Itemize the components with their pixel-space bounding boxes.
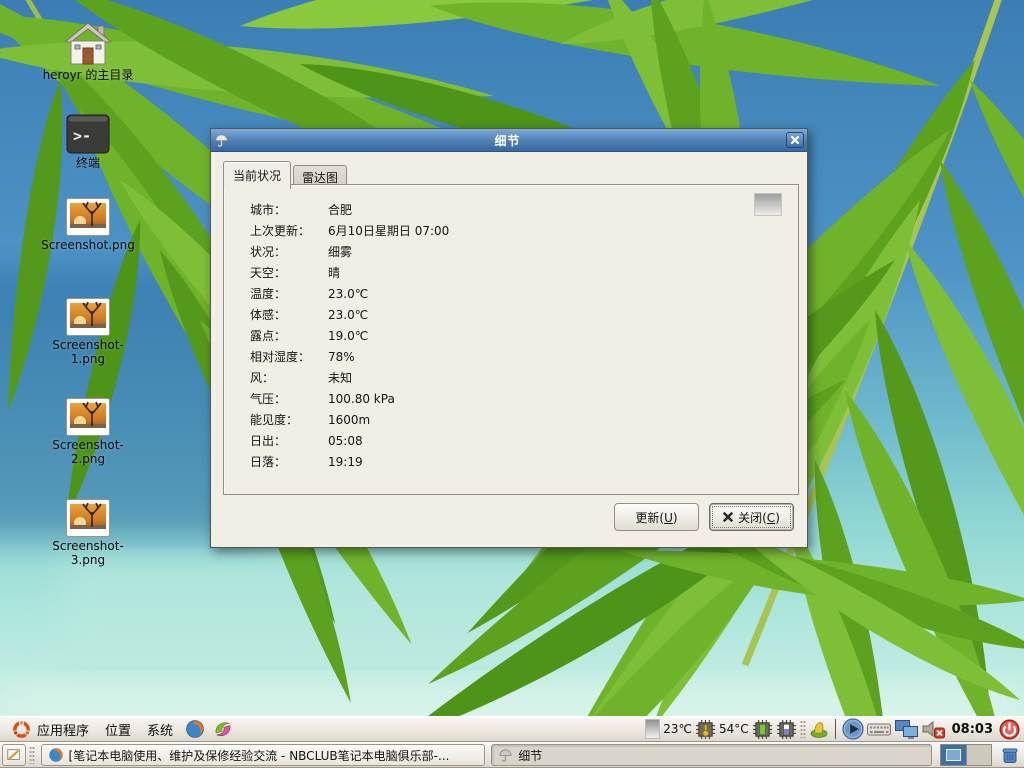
weather-umbrella-icon — [214, 133, 229, 148]
desktop-icon-label: Screenshot-2.png — [40, 439, 136, 467]
firefox-icon — [185, 719, 205, 739]
top-menu-panel: 应用程序 位置 系统 23℃ — [0, 716, 1024, 742]
weather-row: 温度：23.0℃ — [250, 283, 449, 304]
update-button[interactable]: 更新(U) — [614, 503, 699, 531]
shutdown-power-icon[interactable] — [999, 719, 1020, 740]
desktop-icon-label: Screenshot.png — [40, 239, 136, 253]
weather-row: 气压：100.80 kPa — [250, 388, 449, 409]
volume-muted-icon[interactable] — [922, 720, 946, 739]
menu-places[interactable]: 位置 — [97, 718, 139, 741]
task-button-weather-details[interactable]: 细节 — [491, 744, 932, 766]
current-conditions-panel: 城市：合肥 上次更新：6月10日星期日 07:00 状况：细雾 天空：晴 温度：… — [223, 184, 799, 495]
terminal-icon: >- — [40, 106, 136, 154]
desktop: heroyr 的主目录 >- 终端 Screenshot.png — [0, 0, 1024, 768]
menu-applications[interactable]: 应用程序 — [4, 718, 97, 741]
weather-details-dialog: 细节 当前状况 雷达图 城市：合肥 上次更新：6月10日星期日 07:00 状况… — [210, 128, 808, 548]
trash-icon — [1000, 745, 1020, 765]
x-cross-icon — [723, 512, 733, 522]
dialog-buttons: 更新(U) 关闭(C) — [614, 503, 794, 531]
weather-row: 风：未知 — [250, 367, 449, 388]
weather-umbrella-icon — [498, 748, 513, 763]
workspace-1[interactable] — [941, 745, 966, 765]
workspace-2[interactable] — [966, 745, 991, 765]
network-monitors-icon[interactable] — [894, 719, 919, 740]
ubuntu-logo-icon — [12, 720, 31, 739]
window-list-drag-handle[interactable] — [29, 746, 35, 764]
workspace-window-preview — [946, 749, 961, 761]
app-swirl-launcher[interactable] — [209, 718, 237, 740]
firefox-launcher[interactable] — [181, 718, 209, 740]
clock[interactable]: 08:03 — [949, 722, 996, 737]
image-thumbnail-icon — [40, 288, 136, 336]
desktop-icon-home[interactable]: heroyr 的主目录 — [40, 18, 136, 83]
desktop-icon-label: heroyr 的主目录 — [40, 69, 136, 83]
task-title: 细节 — [518, 747, 542, 764]
desktop-icon-screenshot-3[interactable]: Screenshot-3.png — [40, 489, 136, 568]
show-desktop-button[interactable] — [2, 744, 26, 766]
desktop-icon-label: Screenshot-3.png — [40, 540, 136, 568]
swirl-app-icon — [213, 719, 233, 739]
desktop-icon-terminal[interactable]: >- 终端 — [40, 106, 136, 171]
taskbar-panel: [笔记本电脑使用、维护及保修经验交流 - NBCLUB笔记本电脑俱乐部-... … — [0, 742, 1024, 768]
chip-green-bar-icon[interactable] — [752, 719, 773, 740]
task-button-firefox[interactable]: [笔记本电脑使用、维护及保修经验交流 - NBCLUB笔记本电脑俱乐部-... — [41, 744, 486, 766]
desktop-icon-screenshot-1[interactable]: Screenshot-1.png — [40, 288, 136, 367]
image-thumbnail-icon — [40, 489, 136, 537]
weather-blob-icon[interactable] — [809, 719, 829, 739]
show-desktop-icon — [6, 747, 22, 763]
trash-applet[interactable] — [1000, 745, 1020, 765]
task-title: [笔记本电脑使用、维护及保修经验交流 - NBCLUB笔记本电脑俱乐部-... — [69, 747, 450, 764]
menu-system[interactable]: 系统 — [139, 718, 181, 741]
image-thumbnail-icon — [40, 388, 136, 436]
workspace-switcher — [940, 744, 992, 766]
chip-purple-bar-icon[interactable] — [776, 719, 797, 740]
cpu-temp-readout[interactable]: 54°C — [719, 722, 749, 736]
desktop-icon-label: 终端 — [40, 157, 136, 171]
media-play-icon[interactable] — [842, 718, 864, 740]
weather-row: 体感：23.0℃ — [250, 304, 449, 325]
sensor-gradient-icon[interactable] — [645, 719, 660, 739]
weather-row: 日落：19:19 — [250, 451, 449, 472]
home-folder-icon — [40, 18, 136, 66]
weather-row: 天空：晴 — [250, 262, 449, 283]
close-button[interactable]: 关闭(C) — [709, 503, 794, 531]
weather-row: 能见度：1600m — [250, 409, 449, 430]
image-thumbnail-icon — [40, 188, 136, 236]
weather-row: 城市：合肥 — [250, 199, 449, 220]
keyboard-icon[interactable] — [867, 721, 891, 738]
desktop-icon-label: Screenshot-1.png — [40, 339, 136, 367]
ambient-temp-readout[interactable]: 23℃ — [663, 722, 692, 736]
weather-row: 状况：细雾 — [250, 241, 449, 262]
dialog-title: 细节 — [229, 132, 786, 149]
weather-condition-icon — [754, 193, 782, 216]
desktop-icon-screenshot[interactable]: Screenshot.png — [40, 188, 136, 253]
weather-row: 日出：05:08 — [250, 430, 449, 451]
tray-separator — [835, 719, 836, 739]
desktop-icon-screenshot-2[interactable]: Screenshot-2.png — [40, 388, 136, 467]
weather-row: 相对湿度：78% — [250, 346, 449, 367]
firefox-icon — [48, 747, 64, 763]
chip-thermometer-icon[interactable] — [695, 719, 716, 740]
weather-rows: 城市：合肥 上次更新：6月10日星期日 07:00 状况：细雾 天空：晴 温度：… — [250, 199, 449, 472]
system-tray: 23℃ 54°C — [645, 718, 1024, 740]
weather-row: 上次更新：6月10日星期日 07:00 — [250, 220, 449, 241]
weather-row: 露点：19.0℃ — [250, 325, 449, 346]
dialog-titlebar[interactable]: 细节 — [211, 129, 807, 152]
applet-drag-handle[interactable] — [800, 720, 806, 738]
tab-current-conditions[interactable]: 当前状况 — [223, 161, 291, 189]
svg-text:>-: >- — [73, 127, 91, 145]
close-icon[interactable] — [786, 132, 804, 148]
